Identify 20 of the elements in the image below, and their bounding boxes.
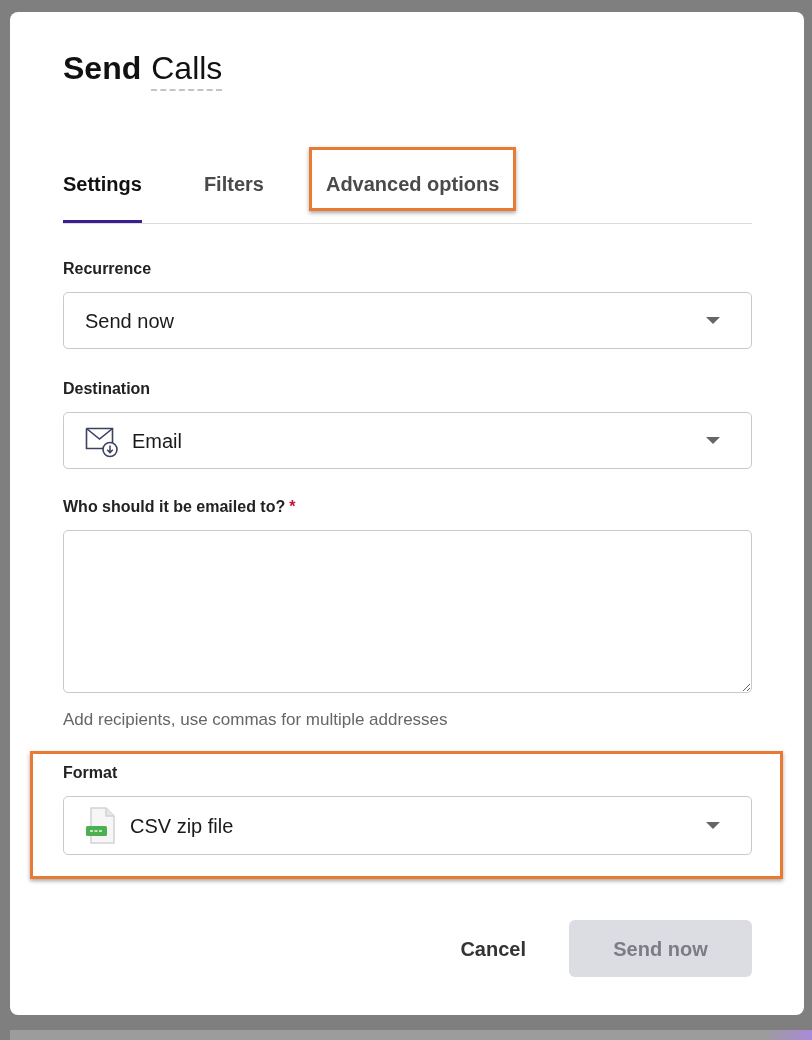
format-select[interactable]: CSV zip file bbox=[63, 796, 752, 855]
tab[interactable]: Filters bbox=[203, 150, 264, 223]
export-name-field[interactable]: Calls bbox=[151, 48, 223, 91]
required-marker: * bbox=[289, 498, 296, 515]
field-label: Who should it be emailed to? bbox=[63, 498, 286, 515]
cancel-button[interactable]: Cancel bbox=[440, 920, 546, 977]
caret-icon bbox=[706, 317, 720, 324]
caret-icon bbox=[706, 437, 720, 444]
caret-icon bbox=[706, 822, 720, 829]
recurrence-select[interactable]: Send now bbox=[63, 292, 752, 349]
dialog-title: Send bbox=[63, 49, 142, 88]
field-label: Destination bbox=[63, 379, 152, 399]
help-text: Add recipients, use commas for multiple addresses bbox=[63, 710, 449, 730]
destination-select[interactable]: Email bbox=[63, 412, 752, 469]
field-label: Recurrence bbox=[63, 259, 153, 279]
tab[interactable]: Settings bbox=[63, 150, 142, 223]
tab[interactable]: Advanced options bbox=[325, 150, 500, 223]
field-label: Format bbox=[63, 763, 119, 783]
recipients-field[interactable] bbox=[63, 530, 752, 693]
csv-file-icon bbox=[85, 806, 117, 845]
